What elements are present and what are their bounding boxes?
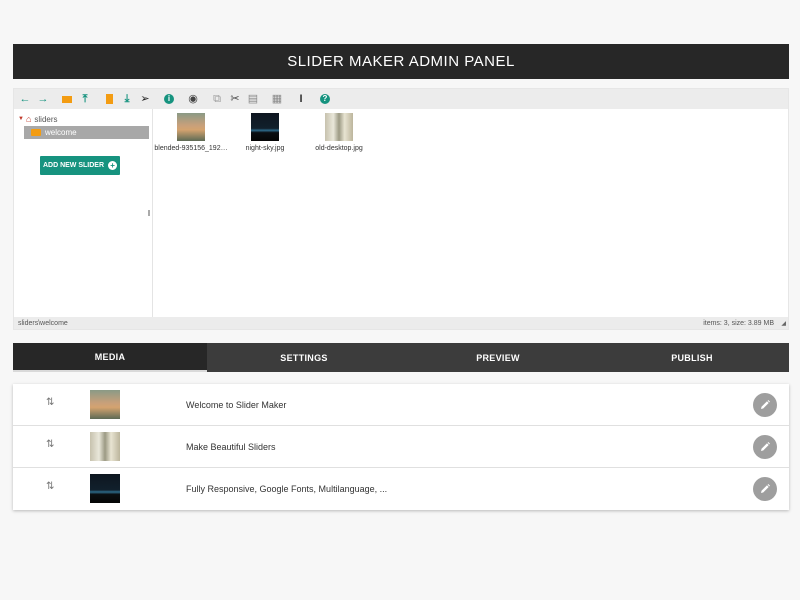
pencil-icon [761,442,770,451]
slide-title: Make Beautiful Sliders [186,441,276,452]
file-manager-statusbar: sliders\welcome items: 3, size: 3.89 MB … [14,317,788,329]
file-manager-toolbar: ← → ⤒ ⤓ ➢ i ◉ ⧉ ✂ ▤ ▦ I ? [14,89,788,109]
tree-root-label: sliders [34,114,58,124]
download-icon[interactable]: ⤓ [121,93,133,105]
file-manager-body: ▼ ⌂ sliders welcome ADD NEW SLIDER + ble… [14,109,788,317]
file-item[interactable]: blended-935156_192… [153,113,229,152]
file-manager: ← → ⤒ ⤓ ➢ i ◉ ⧉ ✂ ▤ ▦ I ? ▼ ⌂ sliders we… [13,88,789,330]
slide-list: ⇅ Welcome to Slider Maker ⇅ Make Beautif… [13,384,789,510]
slide-thumbnail [90,432,120,461]
admin-header: SLIDER MAKER ADMIN PANEL [13,44,789,79]
slide-row: ⇅ Fully Responsive, Google Fonts, Multil… [13,468,789,510]
tab-publish-label: PUBLISH [671,352,713,363]
folder-icon [31,129,41,136]
sort-handle-icon[interactable]: ⇅ [46,481,54,492]
back-icon[interactable]: ← [19,93,31,105]
file-name: blended-935156_192… [154,145,228,152]
expand-caret-icon[interactable]: ▼ [18,116,24,122]
copy-icon[interactable]: ⧉ [211,93,223,105]
pencil-icon [761,400,770,409]
sort-handle-icon[interactable]: ⇅ [46,439,54,450]
folder-tree: ▼ ⌂ sliders welcome ADD NEW SLIDER + [14,109,153,317]
file-name: night-sky.jpg [245,145,285,152]
panel-resize-grip[interactable] [148,210,150,216]
current-path: sliders\welcome [18,319,68,327]
cut-icon[interactable]: ✂ [229,93,241,105]
help-icon[interactable]: ? [319,93,331,105]
slide-row: ⇅ Make Beautiful Sliders [13,426,789,468]
forward-icon[interactable]: → [37,93,49,105]
add-new-slider-label: ADD NEW SLIDER [42,162,105,169]
plus-circle-icon: + [108,161,118,170]
slide-title: Fully Responsive, Google Fonts, Multilan… [186,484,388,494]
slide-thumbnail [90,474,120,503]
file-thumbnail [177,113,205,141]
edit-button[interactable] [753,435,777,459]
slide-row: ⇅ Welcome to Slider Maker [13,384,789,426]
paste-icon[interactable]: ▤ [247,93,259,105]
new-folder-icon[interactable] [61,93,73,105]
delete-icon[interactable]: ▦ [271,93,283,105]
edit-button[interactable] [753,477,777,501]
folder-info: items: 3, size: 3.89 MB [703,319,774,327]
home-icon: ⌂ [25,114,32,124]
tab-publish[interactable]: PUBLISH [595,343,789,372]
file-grid: blended-935156_192… night-sky.jpg old-de… [153,109,788,317]
new-file-icon[interactable] [103,93,115,105]
tree-item-label: welcome [45,128,77,137]
rename-icon[interactable]: I [295,93,307,105]
tree-item-welcome[interactable]: welcome [24,126,149,139]
pencil-icon [761,484,770,493]
slide-title: Welcome to Slider Maker [186,399,287,410]
info-icon[interactable]: i [163,93,175,105]
file-item[interactable]: old-desktop.jpg [301,113,377,152]
tab-media[interactable]: MEDIA [13,343,207,372]
file-thumbnail [251,113,279,141]
tab-settings[interactable]: SETTINGS [207,343,401,372]
tab-settings-label: SETTINGS [280,352,328,363]
file-thumbnail [325,113,353,141]
tab-preview[interactable]: PREVIEW [401,343,595,372]
slide-thumbnail [90,390,120,419]
tree-root-sliders[interactable]: ▼ ⌂ sliders [18,114,58,124]
pointer-icon[interactable]: ➢ [139,93,151,105]
upload-icon[interactable]: ⤒ [79,93,91,105]
resize-handle-icon[interactable]: ◢ [781,320,786,327]
page-title: SLIDER MAKER ADMIN PANEL [287,53,515,70]
view-icon[interactable]: ◉ [187,93,199,105]
tab-media-label: MEDIA [94,351,126,362]
tab-preview-label: PREVIEW [476,352,520,363]
file-item[interactable]: night-sky.jpg [227,113,303,152]
edit-button[interactable] [753,393,777,417]
add-new-slider-button[interactable]: ADD NEW SLIDER + [40,156,120,175]
file-name: old-desktop.jpg [315,145,363,152]
main-tabs: MEDIA SETTINGS PREVIEW PUBLISH [13,343,789,372]
sort-handle-icon[interactable]: ⇅ [46,397,54,408]
